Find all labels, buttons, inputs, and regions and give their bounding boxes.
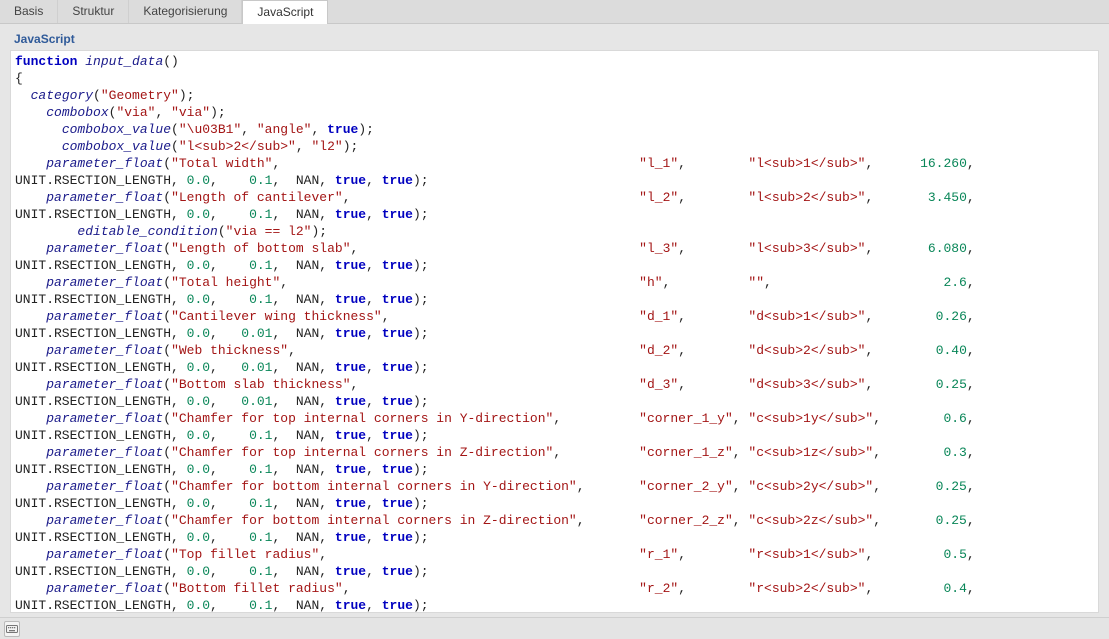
editor-window: BasisStrukturKategorisierungJavaScript J… bbox=[0, 0, 1109, 639]
code-content[interactable]: function input_data() { category("Geomet… bbox=[15, 53, 1094, 612]
tab-bar: BasisStrukturKategorisierungJavaScript bbox=[0, 0, 1109, 24]
status-bar bbox=[0, 617, 1109, 639]
tab-struktur[interactable]: Struktur bbox=[58, 0, 129, 23]
code-editor[interactable]: function input_data() { category("Geomet… bbox=[10, 50, 1099, 613]
section-title: JavaScript bbox=[10, 30, 1099, 50]
tab-basis[interactable]: Basis bbox=[0, 0, 58, 23]
code-scroll[interactable]: function input_data() { category("Geomet… bbox=[11, 51, 1098, 612]
tab-javascript[interactable]: JavaScript bbox=[242, 0, 328, 24]
keyboard-icon[interactable] bbox=[4, 621, 20, 637]
tab-kategorisierung[interactable]: Kategorisierung bbox=[129, 0, 242, 23]
content-area: JavaScript function input_data() { categ… bbox=[0, 24, 1109, 617]
